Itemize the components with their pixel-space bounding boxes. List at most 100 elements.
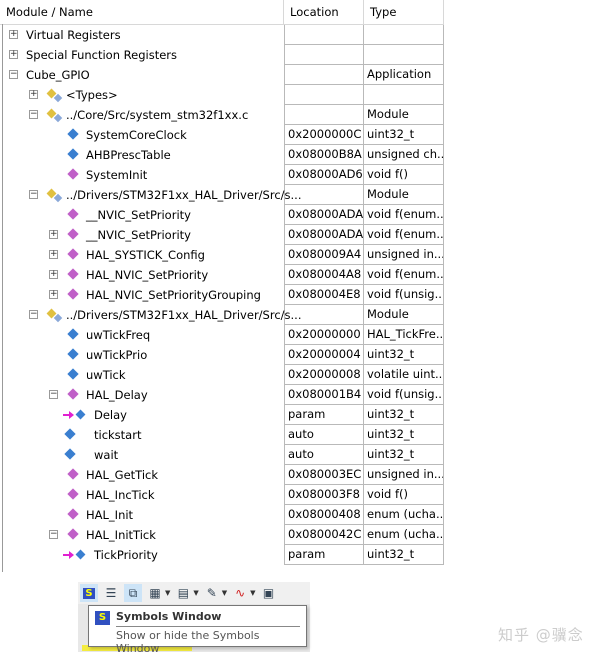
symbol-name: HAL_IncTick [86, 488, 155, 502]
tree-row[interactable]: tickstart auto uint32_t [0, 425, 444, 445]
location-cell: 0x080003EC [284, 465, 364, 485]
type-cell: uint32_t [364, 425, 444, 445]
column-header-type[interactable]: Type [364, 0, 444, 24]
expand-icon[interactable]: + [49, 270, 58, 279]
name-cell: HAL_IncTick [0, 485, 284, 505]
list-button[interactable]: ☰ [102, 584, 120, 602]
column-header-location[interactable]: Location [284, 0, 364, 24]
symbol-name: uwTickPrio [86, 348, 148, 362]
tree-row[interactable]: + <Types> [0, 85, 444, 105]
expand-icon[interactable]: + [49, 230, 58, 239]
collapse-icon[interactable]: − [29, 110, 38, 119]
symbols-icon: S [95, 611, 110, 625]
tree-row[interactable]: AHBPrescTable 0x08000B8A unsigned ch... [0, 145, 444, 165]
symbol-name: wait [94, 448, 119, 462]
tree-row[interactable]: + Special Function Registers [0, 45, 444, 65]
location-cell: 0x080009A4 [284, 245, 364, 265]
chevron-down-icon[interactable]: ▼ [250, 589, 255, 597]
symbol-name: HAL_NVIC_SetPriority [86, 268, 209, 282]
variable-icon [66, 128, 80, 142]
tree-row[interactable]: − ../Drivers/STM32F1xx_HAL_Driver/Src/s..… [0, 185, 444, 205]
tree-row[interactable]: HAL_Init 0x08000408 enum (ucha... [0, 505, 444, 525]
tree-row[interactable]: HAL_GetTick 0x080003EC unsigned in... [0, 465, 444, 485]
location-cell [284, 85, 364, 105]
collapse-icon[interactable]: − [29, 190, 38, 199]
analysis-button[interactable]: ▦ [146, 584, 164, 602]
collapse-icon[interactable]: − [29, 310, 38, 319]
tree-row[interactable]: uwTick 0x20000008 volatile uint... [0, 365, 444, 385]
type-cell: uint32_t [364, 545, 444, 565]
tree-row[interactable]: − ../Drivers/STM32F1xx_HAL_Driver/Src/s..… [0, 305, 444, 325]
symbol-name: Special Function Registers [26, 48, 177, 62]
symbol-name: HAL_SYSTICK_Config [86, 248, 205, 262]
chevron-down-icon[interactable]: ▼ [193, 589, 198, 597]
tree-row[interactable]: uwTickPrio 0x20000004 uint32_t [0, 345, 444, 365]
table-icon: ▤ [177, 586, 190, 600]
collapse-icon[interactable]: − [9, 70, 18, 79]
function-icon [66, 268, 80, 282]
name-cell: tickstart [0, 425, 284, 445]
table-button[interactable]: ▤ [174, 584, 192, 602]
symbols-window-button[interactable]: S [80, 584, 98, 602]
type-cell: unsigned in... [364, 465, 444, 485]
tree-row[interactable]: − ../Core/Src/system_stm32f1xx.c Module [0, 105, 444, 125]
tree-row[interactable]: + HAL_NVIC_SetPriority 0x080004A8 void f(en… [0, 265, 444, 285]
chart-icon: ▦ [149, 586, 161, 600]
location-cell: 0x080003F8 [284, 485, 364, 505]
type-cell: unsigned ch... [364, 145, 444, 165]
function-icon [66, 488, 80, 502]
location-cell [284, 105, 364, 125]
name-cell: HAL_GetTick [0, 465, 284, 485]
tree-row[interactable]: − HAL_InitTick 0x0800042C enum (ucha... [0, 525, 444, 545]
tree-row[interactable]: + Virtual Registers [0, 25, 444, 45]
windows-button[interactable]: ⧉ [124, 584, 142, 602]
expand-icon[interactable]: + [9, 30, 18, 39]
collapse-icon[interactable]: − [49, 530, 58, 539]
trace-button[interactable]: ∿ [231, 584, 249, 602]
type-cell: void f(unsig... [364, 385, 444, 405]
tree-row[interactable]: SystemInit 0x08000AD6 void f() [0, 165, 444, 185]
name-cell: TickPriority [0, 545, 284, 565]
type-cell: uint32_t [364, 345, 444, 365]
function-icon [66, 228, 80, 242]
collapse-icon[interactable]: − [49, 390, 58, 399]
type-cell: void f(enum... [364, 205, 444, 225]
symbol-name: __NVIC_SetPriority [86, 228, 191, 242]
tree-row[interactable]: − HAL_Delay 0x080001B4 void f(unsig... [0, 385, 444, 405]
tree-row[interactable]: − Cube_GPIO Application [0, 65, 444, 85]
edit-button[interactable]: ✎ [203, 584, 221, 602]
chevron-down-icon[interactable]: ▼ [165, 589, 170, 597]
more-button[interactable]: ▣ [260, 584, 278, 602]
expand-icon[interactable]: + [29, 90, 38, 99]
tree-row[interactable]: uwTickFreq 0x20000000 HAL_TickFre... [0, 325, 444, 345]
expand-icon[interactable]: + [49, 290, 58, 299]
watermark: 知乎 @骥念 [498, 626, 584, 644]
variable-icon [66, 348, 80, 362]
expand-icon[interactable]: + [49, 250, 58, 259]
chevron-down-icon[interactable]: ▼ [222, 589, 227, 597]
tree-row[interactable]: TickPriority param uint32_t [0, 545, 444, 565]
expand-icon[interactable]: + [9, 50, 18, 59]
tree-row[interactable]: + HAL_NVIC_SetPriorityGrouping 0x080004E8 v… [0, 285, 444, 305]
location-cell [284, 25, 364, 45]
column-header-name[interactable]: Module / Name [0, 0, 284, 24]
tree-row[interactable]: wait auto uint32_t [0, 445, 444, 465]
tree-row[interactable]: HAL_IncTick 0x080003F8 void f() [0, 485, 444, 505]
location-cell: 0x080004A8 [284, 265, 364, 285]
type-cell: enum (ucha... [364, 505, 444, 525]
tree-row[interactable]: SystemCoreClock 0x2000000C uint32_t [0, 125, 444, 145]
function-icon [66, 388, 80, 402]
name-cell: __NVIC_SetPriority [0, 205, 284, 225]
tooltip: S Symbols Window Show or hide the Symbol… [88, 605, 307, 655]
function-icon [66, 288, 80, 302]
parameter-icon [63, 408, 89, 422]
name-cell: + HAL_SYSTICK_Config [0, 245, 284, 265]
function-icon [66, 248, 80, 262]
edit-icon: ✎ [206, 586, 217, 600]
tree-row[interactable]: __NVIC_SetPriority 0x08000ADA void f(enum.… [0, 205, 444, 225]
tree-row[interactable]: + HAL_SYSTICK_Config 0x080009A4 unsigned in… [0, 245, 444, 265]
name-cell: − HAL_Delay [0, 385, 284, 405]
tree-row[interactable]: Delay param uint32_t [0, 405, 444, 425]
tree-row[interactable]: + __NVIC_SetPriority 0x08000ADA void f(enum… [0, 225, 444, 245]
name-cell: − Cube_GPIO [0, 65, 284, 85]
